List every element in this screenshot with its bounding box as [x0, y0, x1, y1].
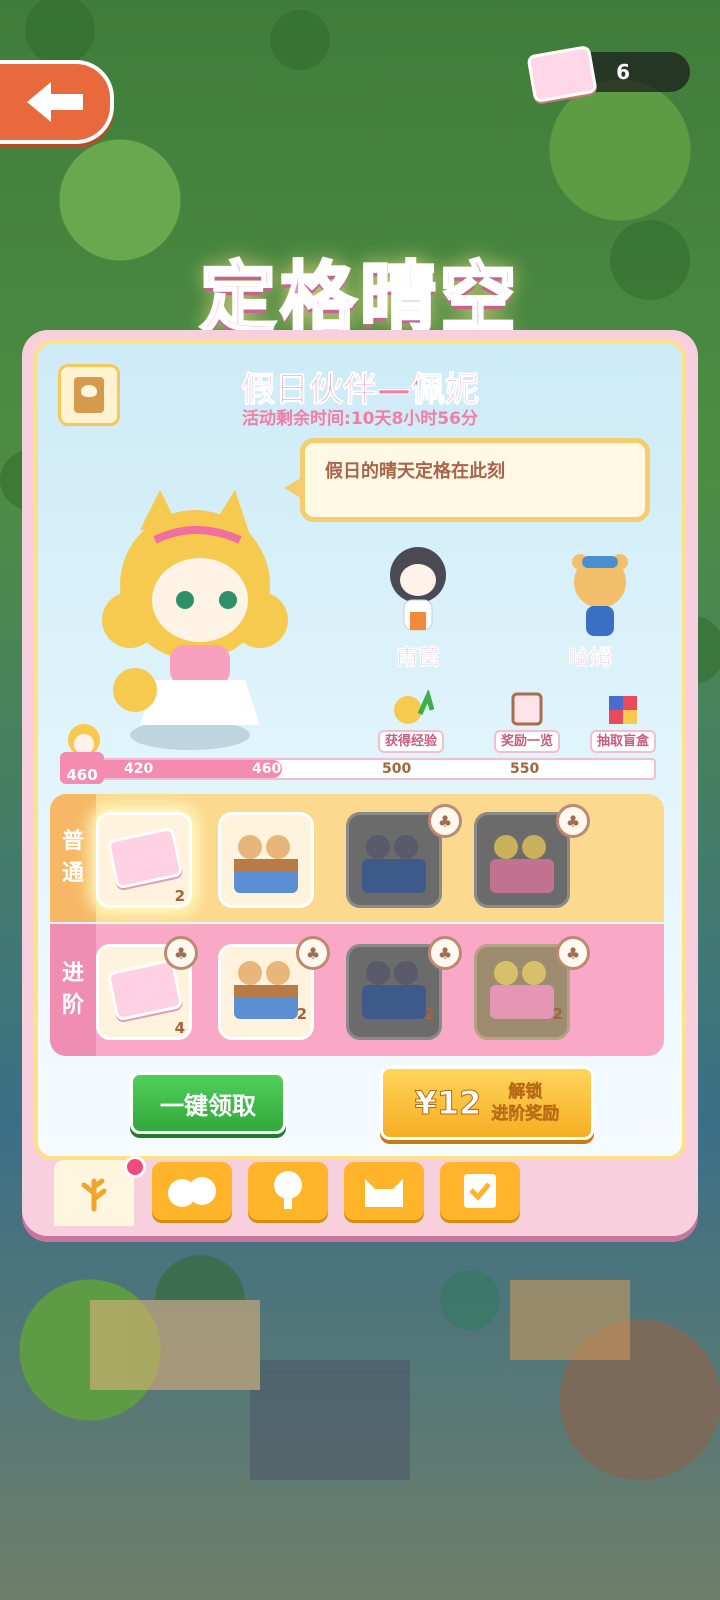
reward-slot-basket-dark[interactable] [346, 812, 442, 908]
partner-avatar-nancy[interactable] [378, 540, 458, 640]
milestone-label: 奖励一览 [493, 730, 560, 753]
lock-icon: ♣ [296, 936, 330, 970]
tab-tree[interactable] [248, 1162, 328, 1220]
current-level-badge: 460 [60, 752, 104, 784]
ticket-icon [106, 826, 184, 890]
pink-basket-icon [490, 835, 554, 893]
lock-icon: ♣ [164, 936, 198, 970]
lock-icon: ♣ [428, 804, 462, 838]
reward-slot-basket-blue[interactable] [218, 812, 314, 908]
claim-all-button[interactable]: 一键领取 [130, 1072, 286, 1134]
event-timer: 活动剩余时间:10天8小时56分 [242, 409, 478, 429]
tab-heart[interactable] [440, 1162, 520, 1220]
reward-list-icon [511, 692, 543, 726]
milestone-reward-list[interactable]: 奖励一览 [492, 690, 562, 753]
tab-leaf[interactable] [54, 1160, 134, 1226]
exp-avatar-icon [394, 688, 435, 724]
partner-name: 哈姆 [567, 646, 613, 672]
progress-tick: 500 [382, 761, 412, 777]
reward-slot-ticket[interactable]: 2 [96, 812, 192, 908]
blind-box-icon [609, 696, 637, 724]
dark-basket-icon [362, 961, 426, 1019]
lock-icon: ♣ [556, 936, 590, 970]
arrow-left-icon [27, 82, 83, 122]
tag-char: 阶 [61, 993, 84, 1018]
progress-tick: 420 [124, 761, 154, 777]
heart-check-icon [464, 1174, 496, 1208]
lock-icon: ♣ [556, 804, 590, 838]
speech-bubble: 假日的晴天定格在此刻 [300, 438, 650, 522]
progress-tick: 460 [252, 761, 282, 777]
leaf-icon [81, 1178, 107, 1212]
milestone-blind-box[interactable]: 抽取盲盒 [588, 690, 658, 753]
advanced-row-tag: 进 阶 [50, 924, 96, 1056]
tag-char: 通 [61, 861, 84, 886]
unlock-line-2: 进阶奖励 [491, 1104, 560, 1125]
tag-char: 进 [61, 961, 84, 986]
tab-chicks[interactable] [152, 1162, 232, 1220]
dark-basket-icon [362, 835, 426, 893]
unlock-advanced-button[interactable]: ¥12 解锁 进阶奖励 [380, 1066, 594, 1140]
milestone-exp[interactable]: 获得经验 [376, 688, 446, 753]
milestone-label: 抽取盲盒 [589, 730, 656, 753]
back-button[interactable] [0, 60, 114, 144]
ticket-count: 6 [616, 60, 630, 84]
slot-count: 2 [174, 887, 185, 905]
cat-face-icon [365, 1179, 403, 1207]
milestone-label: 获得经验 [377, 730, 444, 753]
blue-basket-icon [234, 961, 298, 1019]
tag-char: 普 [61, 829, 84, 854]
notification-dot [124, 1156, 146, 1178]
reward-slot-basket-pink[interactable] [474, 812, 570, 908]
normal-row-tag: 普 通 [50, 794, 96, 922]
partner-name: 南茜 [395, 646, 441, 672]
progress-tick: 550 [510, 761, 540, 777]
slot-count: 4 [174, 1019, 185, 1037]
unlock-text: 解锁 进阶奖励 [491, 1081, 560, 1125]
reward-slot-basket-pink-adv[interactable]: 2 [474, 944, 570, 1040]
main-character[interactable] [100, 490, 290, 750]
partner-avatar-ham[interactable] [560, 544, 640, 644]
lock-icon: ♣ [428, 936, 462, 970]
unlock-price: ¥12 [414, 1084, 482, 1123]
tab-cat[interactable] [344, 1162, 424, 1220]
pink-basket-icon [490, 961, 554, 1019]
reward-slot-basket-dark-adv[interactable]: 2 [346, 944, 442, 1040]
unlock-line-1: 解锁 [508, 1082, 543, 1103]
blue-basket-icon [234, 835, 298, 893]
tree-icon [274, 1171, 302, 1209]
chicks-icon [168, 1177, 216, 1207]
